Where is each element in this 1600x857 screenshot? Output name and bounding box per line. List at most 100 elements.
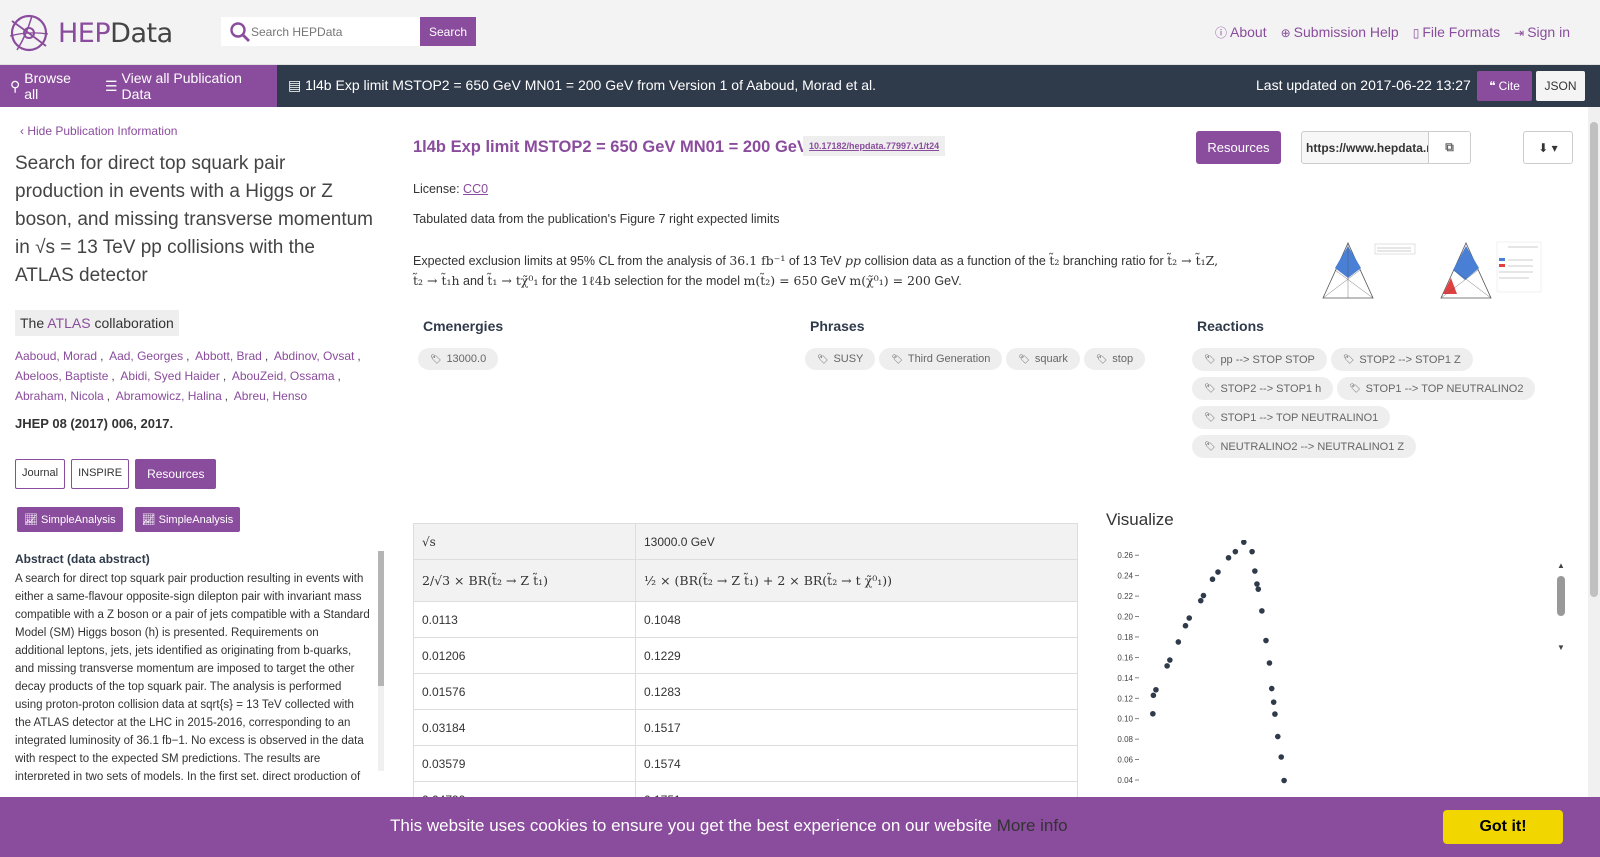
table-title: 1l4b Exp limit MSTOP2 = 650 GeV MN01 = 2… [413,138,808,156]
data-point[interactable] [1164,663,1170,669]
journal-button[interactable]: Journal [15,459,66,489]
browse-all-link[interactable]: ⚲ Browse all [0,70,95,102]
keyword-chip[interactable]: 🏷︎ pp --> STOP STOP [1192,348,1327,371]
keyword-chip[interactable]: 🏷︎ squark [1006,348,1080,370]
data-point[interactable] [1225,554,1232,561]
keyword-chip[interactable]: 🏷︎ STOP1 --> TOP NEUTRALINO2 [1337,377,1536,400]
author-link[interactable]: AbouZeid, Ossama [232,369,335,383]
author-list: Aaboud, Morad, Aad, Georges, Abbott, Bra… [15,349,361,403]
hepdata-logo[interactable]: HEPData [8,12,173,54]
data-point[interactable] [1249,548,1255,555]
y-tick-label: 0.08 [1117,735,1133,744]
journal-reference: JHEP 08 (2017) 006, 2017. [15,416,174,431]
simpleanalysis-button[interactable]: 📈︎ SimpleAnalysis [17,507,123,532]
keyword-chip[interactable]: 🏷︎ STOP1 --> TOP NEUTRALINO1 [1192,406,1391,429]
data-point[interactable] [1241,540,1247,545]
keyword-chip[interactable]: 🏷︎ 13000.0 [418,348,499,370]
cookie-accept-button[interactable]: Got it! [1443,810,1563,844]
nav-about[interactable]: ⓘ About [1215,24,1267,41]
author-link[interactable]: Abidi, Syed Haider [120,369,219,383]
more-info-link[interactable]: More info [997,816,1068,835]
visualize-heading: Visualize [1106,510,1174,529]
table-row: 0.03184 0.1517 [413,709,1078,746]
keyword-chip[interactable]: 🏷︎ STOP2 --> STOP1 h [1192,377,1334,400]
data-point[interactable] [1255,586,1262,592]
doi-link[interactable]: 10.17182/hepdata.77997.v1/t24 [803,136,946,156]
collaboration-badge: The ATLAS collaboration [15,310,179,336]
nav-file-formats[interactable]: ▯ File Formats [1413,24,1500,41]
keyword-chip[interactable]: 🏷︎ stop [1083,348,1146,370]
view-all-data-link[interactable]: ☰ View all Publication Data [95,70,277,102]
author-link[interactable]: Abreu, Henso [234,389,307,403]
data-point[interactable] [1150,692,1157,699]
download-button[interactable]: ⬇ ▾ [1523,131,1573,164]
figure-thumbnail[interactable] [1313,238,1423,303]
tag-icon: 🏷︎ [891,353,903,364]
author-link[interactable]: Aaboud, Morad [15,349,97,363]
data-point[interactable] [1268,685,1275,692]
data-point[interactable] [1175,639,1182,645]
page-scrollbar[interactable] [1588,107,1600,797]
tag-icon: 🏷︎ [817,353,829,364]
data-point[interactable] [1266,660,1273,666]
search-input[interactable] [251,18,423,45]
author-link[interactable]: Abramowicz, Halina [116,389,222,403]
nav-sign-in[interactable]: ⇥ Sign in [1514,24,1570,41]
abstract-scrollbar[interactable] [378,551,384,771]
author-link[interactable]: Abdinov, Ovsat [274,349,354,363]
license-link[interactable]: CC0 [463,182,488,196]
table-cell: 0.1229 [635,637,1078,674]
data-point[interactable] [1259,608,1265,614]
y-tick-label: 0.12 [1117,694,1133,703]
hide-publication-link[interactable]: ‹ Hide Publication Information [20,124,375,138]
data-point[interactable] [1252,568,1258,574]
inspire-button[interactable]: INSPIRE [71,459,130,489]
data-point[interactable] [1209,576,1216,583]
author-link[interactable]: Abbott, Brad [195,349,262,363]
data-point[interactable] [1150,710,1156,717]
keyword-chip[interactable]: 🏷︎ STOP2 --> STOP1 Z [1330,348,1473,371]
data-point[interactable] [1278,754,1285,760]
column-header-y[interactable]: ½ × (BR(t̃₂ → Z t̃₁) + 2 × BR(t̃₂ → t χ̃… [635,559,1078,602]
data-point[interactable] [1263,637,1269,644]
author-link[interactable]: Abeloos, Baptiste [15,369,108,383]
keyword-chip[interactable]: 🏷︎ NEUTRALINO2 --> NEUTRALINO1 Z [1192,435,1417,458]
y-tick-label: 0.24 [1117,572,1133,581]
cite-button[interactable]: ❝ Cite [1477,71,1532,101]
search-button[interactable]: Search [420,17,476,46]
data-point[interactable] [1232,548,1239,555]
collaboration-link[interactable]: ATLAS [47,315,90,331]
data-point[interactable] [1153,686,1159,693]
table-url-text[interactable]: https://www.hepdata.net/record/ins159861… [1302,141,1428,155]
search-icon: ⚲ [10,77,21,94]
scroll-up-icon[interactable]: ▲ [1557,561,1565,570]
data-point[interactable] [1215,569,1221,575]
download-icon: ⬇ ▾ [1538,140,1558,155]
data-point[interactable] [1182,622,1189,629]
json-button[interactable]: JSON [1536,71,1585,101]
publication-resources-button[interactable]: Resources [135,459,217,489]
keyword-chip[interactable]: 🏷︎ Third Generation [879,348,1003,370]
data-point[interactable] [1281,777,1287,784]
author-link[interactable]: Aad, Georges [109,349,183,363]
data-point[interactable] [1200,592,1207,599]
figure-thumbnail[interactable] [1433,238,1543,303]
data-point[interactable] [1270,699,1277,705]
simpleanalysis-button[interactable]: 📈︎ SimpleAnalysis [134,507,241,532]
data-point[interactable] [1197,597,1204,604]
table-resources-button[interactable]: Resources [1196,131,1281,164]
keyword-chip[interactable]: 🏷︎ SUSY [805,348,876,370]
column-header-x[interactable]: 2/√3 × BR(t̃₂ → Z t̃₁) [413,559,636,602]
data-point[interactable] [1186,615,1193,621]
data-point[interactable] [1254,581,1260,587]
scroll-down-icon[interactable]: ▼ [1557,643,1565,652]
reactions-scrollbar[interactable]: ▲ ▼ [1557,561,1565,656]
data-point[interactable] [1272,711,1278,717]
last-updated: Last updated on 2017-06-22 13:27 [1256,77,1471,93]
data-point[interactable] [1167,657,1173,663]
data-point[interactable] [1274,733,1281,740]
copy-icon[interactable]: ⧉ [1428,132,1470,163]
author-link[interactable]: Abraham, Nicola [15,389,104,403]
nav-submission-help[interactable]: ⊕ Submission Help [1281,24,1399,41]
tag-icon: 🏷︎ [1095,353,1108,364]
